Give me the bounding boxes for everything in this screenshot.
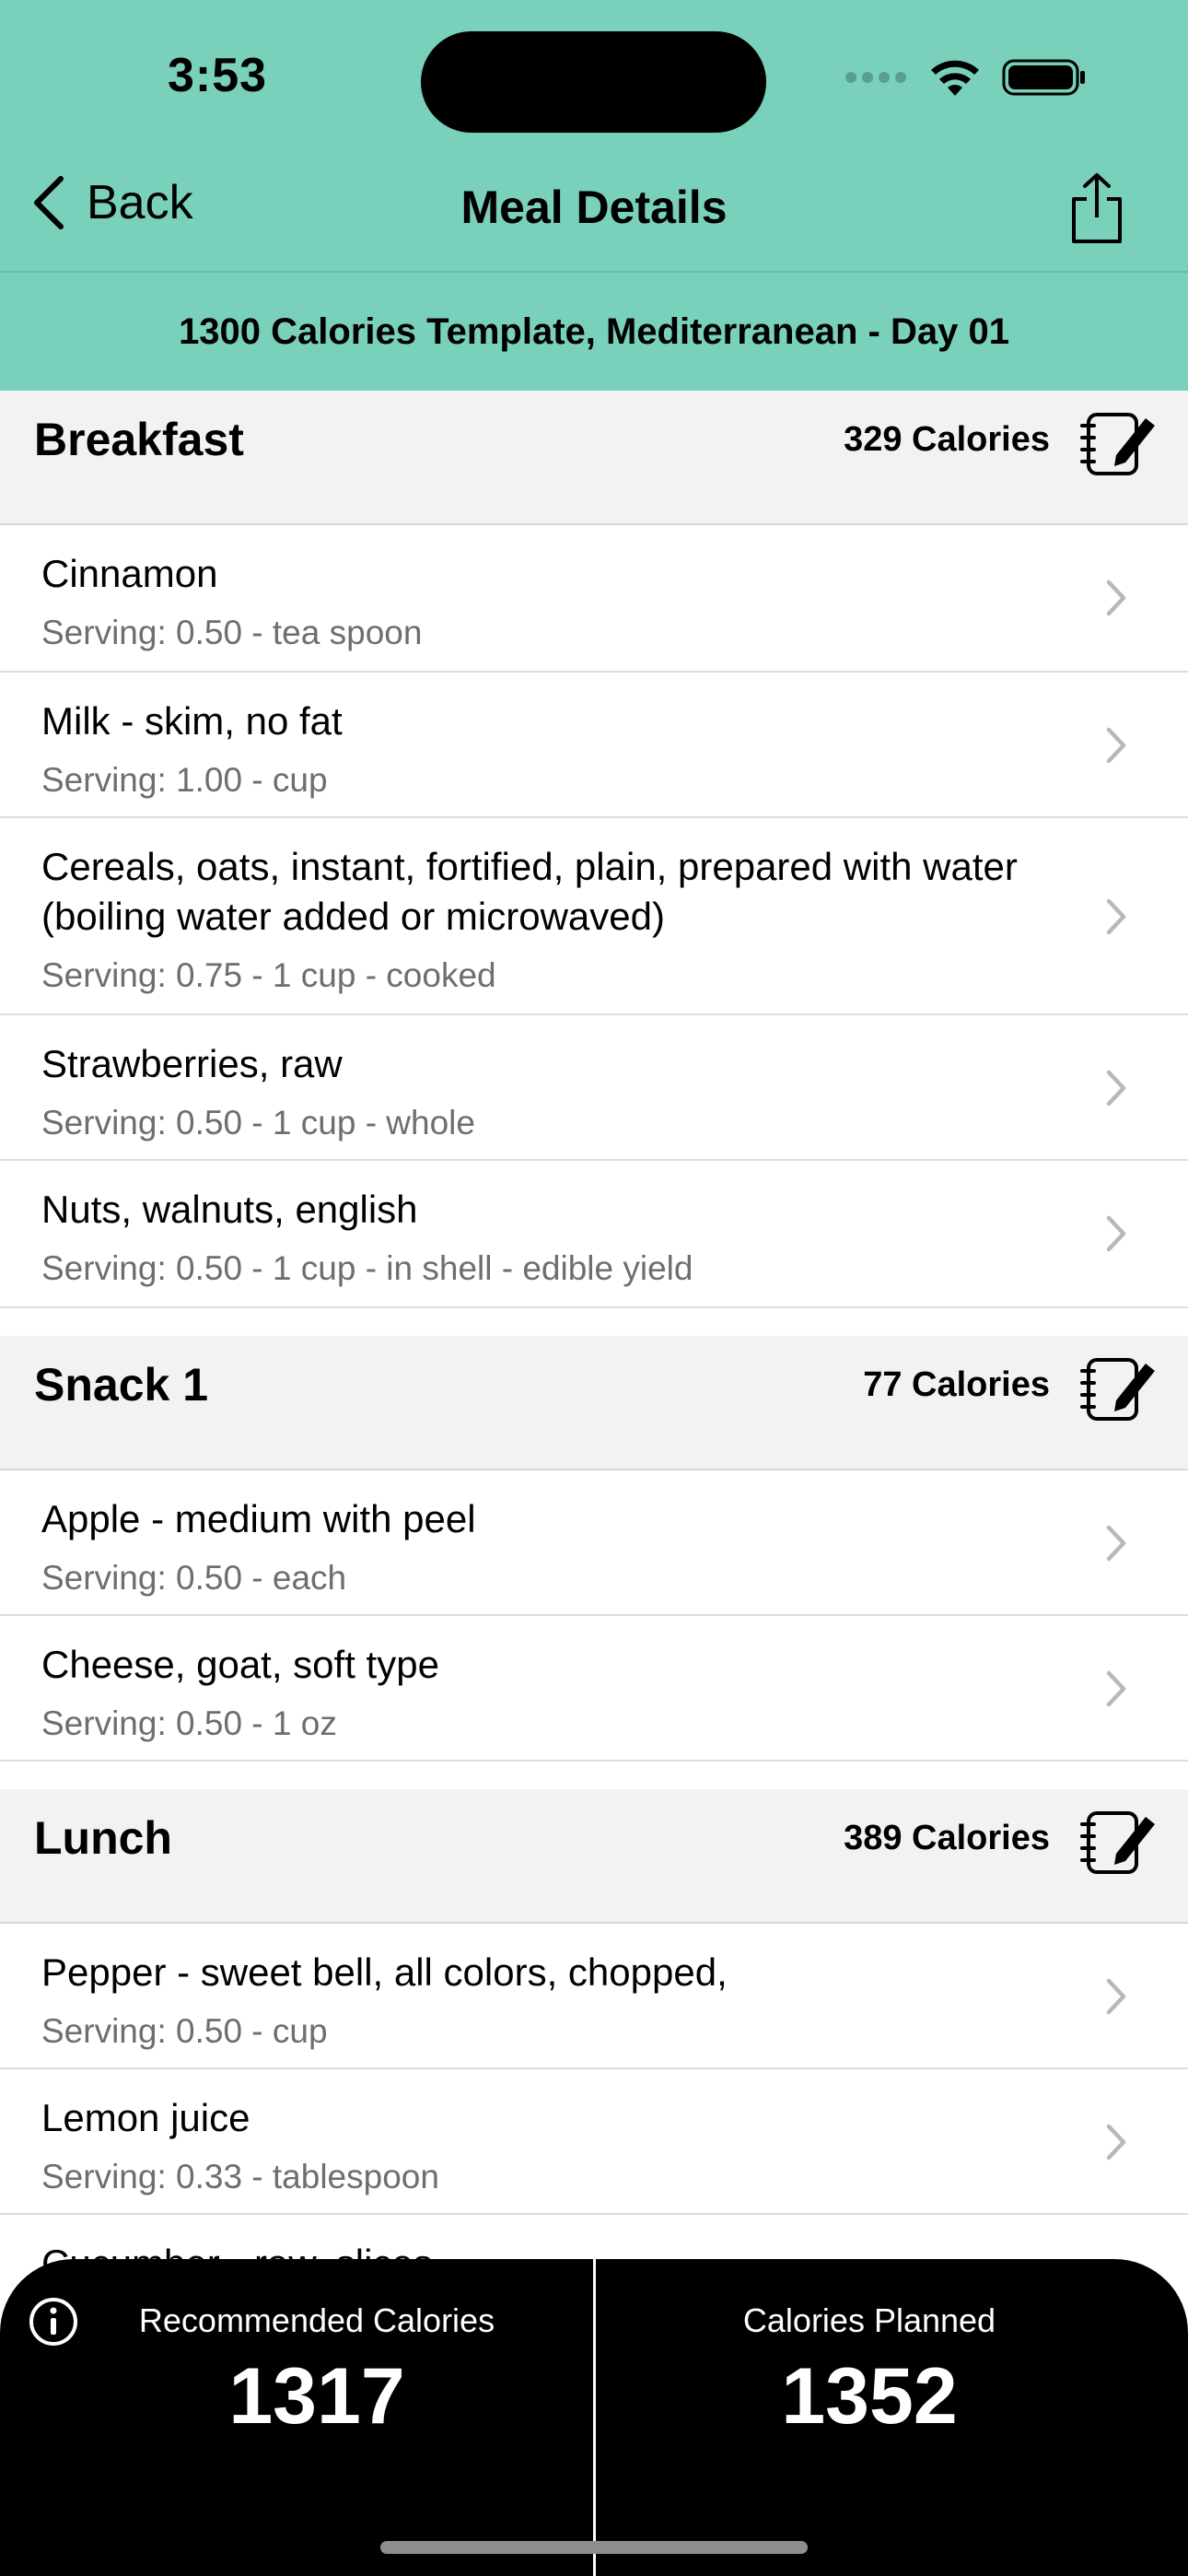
plan-title: 1300 Calories Template, Mediterranean - … [0, 271, 1188, 391]
chevron-right-icon [1106, 1525, 1126, 1562]
food-name: Cheese, goat, soft type [41, 1643, 439, 1686]
section-name: Lunch [34, 1812, 172, 1864]
section-calories: 77 Calories [863, 1365, 1050, 1404]
cellular-signal-icon [845, 72, 906, 83]
section-header-breakfast: Breakfast 329 Calories [0, 391, 1188, 525]
food-name: Pepper - sweet bell, all colors, chopped… [41, 1950, 728, 1994]
section-name: Snack 1 [34, 1359, 209, 1411]
status-time: 3:53 [168, 49, 268, 102]
food-name: Nuts, walnuts, english [41, 1188, 418, 1231]
chevron-right-icon [1106, 1070, 1126, 1107]
notepad-edit-icon [1080, 1811, 1155, 1874]
section-calories: 329 Calories [844, 420, 1050, 459]
chevron-right-icon [1106, 2124, 1126, 2160]
food-row[interactable]: Strawberries, raw Serving: 0.50 - 1 cup … [0, 1015, 1188, 1161]
notepad-edit-icon [1080, 1358, 1155, 1421]
food-serving: Serving: 0.50 - each [41, 1559, 347, 1597]
food-row[interactable]: Lemon juice Serving: 0.33 - tablespoon [0, 2069, 1188, 2215]
food-name: Milk - skim, no fat [41, 699, 343, 743]
notepad-edit-icon [1080, 413, 1155, 475]
chevron-right-icon [1106, 1978, 1126, 2015]
food-serving: Serving: 1.00 - cup [41, 761, 328, 799]
chevron-right-icon [1106, 1215, 1126, 1252]
food-serving: Serving: 0.33 - tablespoon [41, 2158, 439, 2195]
edit-breakfast-button[interactable] [1079, 407, 1157, 482]
edit-lunch-button[interactable] [1079, 1806, 1157, 1880]
panel-divider [593, 2259, 596, 2576]
food-name: Lemon juice [41, 2096, 250, 2139]
edit-snack-1-button[interactable] [1079, 1352, 1157, 1427]
chevron-right-icon [1106, 1670, 1126, 1707]
calories-planned-value: 1352 [781, 2352, 958, 2441]
food-name: Cereals, oats, instant, fortified, plain… [41, 845, 1018, 938]
section-name: Breakfast [34, 414, 244, 465]
food-serving: Serving: 0.50 - tea spoon [41, 614, 423, 651]
section-header-snack-1: Snack 1 77 Calories [0, 1336, 1188, 1470]
chevron-right-icon [1106, 727, 1126, 764]
food-row[interactable]: Cereals, oats, instant, fortified, plain… [0, 818, 1188, 1015]
calorie-summary-panel: Recommended Calories 1317 Calories Plann… [0, 2259, 1188, 2576]
food-row[interactable]: Nuts, walnuts, english Serving: 0.50 - 1… [0, 1161, 1188, 1308]
food-row[interactable]: Milk - skim, no fat Serving: 1.00 - cup [0, 673, 1188, 818]
home-indicator[interactable] [380, 2541, 808, 2554]
food-serving: Serving: 0.50 - cup [41, 2012, 328, 2050]
section-calories: 389 Calories [844, 1819, 1050, 1857]
battery-icon [1002, 59, 1085, 96]
food-serving: Serving: 0.75 - 1 cup - cooked [41, 956, 496, 994]
food-row[interactable]: Apple - medium with peel Serving: 0.50 -… [0, 1470, 1188, 1616]
food-row[interactable]: Cheese, goat, soft type Serving: 0.50 - … [0, 1616, 1188, 1762]
status-icons [844, 57, 1087, 98]
food-serving: Serving: 0.50 - 1 cup - whole [41, 1104, 475, 1142]
wifi-icon [931, 60, 979, 96]
food-name: Strawberries, raw [41, 1042, 343, 1085]
navigation-bar: 3:53 Back Meal Details [0, 0, 1188, 271]
recommended-calories-label: Recommended Calories [138, 2301, 495, 2339]
chevron-right-icon [1106, 580, 1126, 616]
food-name: Apple - medium with peel [41, 1497, 476, 1540]
food-serving: Serving: 0.50 - 1 oz [41, 1704, 337, 1742]
dynamic-island [421, 31, 766, 133]
page-title: Meal Details [460, 181, 728, 233]
share-button[interactable] [1068, 171, 1125, 250]
food-row[interactable]: Cinnamon Serving: 0.50 - tea spoon [0, 525, 1188, 673]
recommended-calories-value: 1317 [228, 2352, 405, 2441]
food-row[interactable]: Pepper - sweet bell, all colors, chopped… [0, 1924, 1188, 2069]
calories-planned-label: Calories Planned [742, 2301, 996, 2339]
section-header-lunch: Lunch 389 Calories [0, 1789, 1188, 1924]
food-name: Cinnamon [41, 552, 218, 595]
food-serving: Serving: 0.50 - 1 cup - in shell - edibl… [41, 1249, 693, 1287]
share-icon [1072, 173, 1122, 243]
chevron-right-icon [1106, 898, 1126, 935]
